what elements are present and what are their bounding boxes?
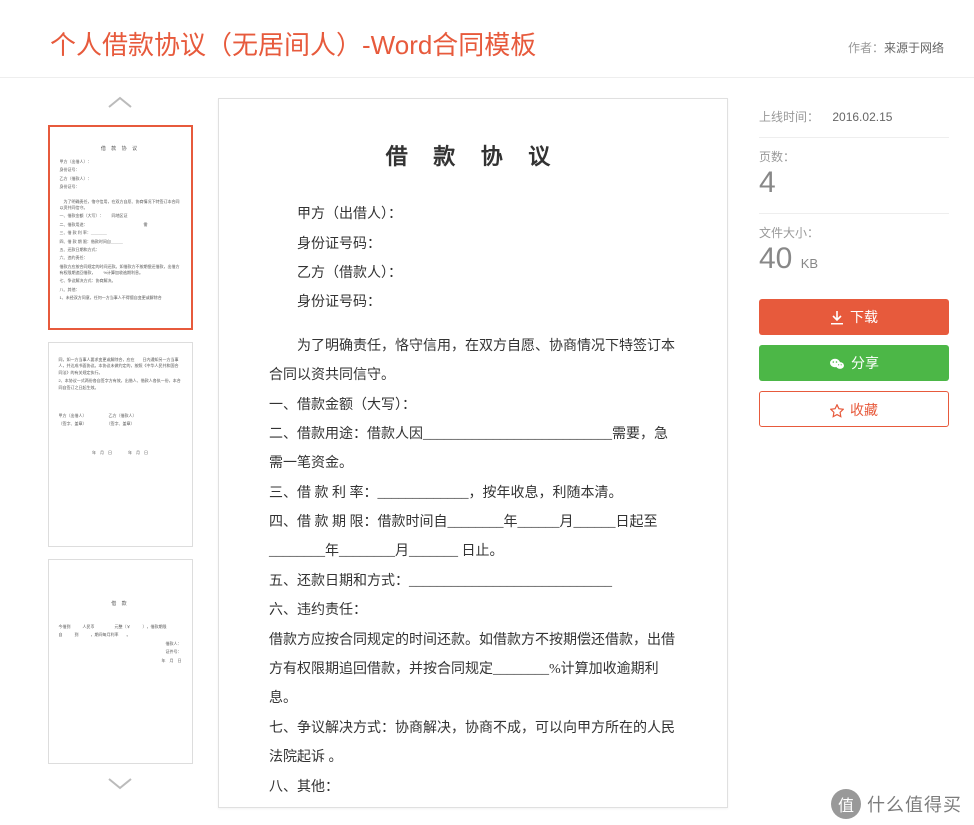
meta-online-time: 上线时间： 2016.02.15 bbox=[759, 98, 949, 138]
download-button[interactable]: 下载 bbox=[759, 299, 949, 335]
watermark-icon: 值 bbox=[831, 789, 861, 819]
thumbnail-3[interactable]: 借 款 今借到 人民币 元整（￥ ），借款期限 自 到 ，期间每月利率 。 借款… bbox=[48, 559, 193, 764]
thumbnail-1[interactable]: 借 款 协 议 甲方（出借人）： 身份证号： 乙方（借款人）： 身份证号： 为了… bbox=[48, 125, 193, 330]
watermark: 值 什么值得买 bbox=[831, 789, 962, 819]
doc-title: 借 款 协 议 bbox=[269, 134, 677, 180]
author-info: 作者：来源于网络 bbox=[848, 39, 944, 62]
thumbnail-2[interactable]: 同，如一方当事人要求变更或解除合，应在 日内通知另一方当事人，并达成书面协议。本… bbox=[48, 342, 193, 547]
star-icon bbox=[830, 404, 844, 418]
thumbnail-panel: 借 款 协 议 甲方（出借人）： 身份证号： 乙方（借款人）： 身份证号： 为了… bbox=[40, 88, 200, 808]
share-button[interactable]: 分享 bbox=[759, 345, 949, 381]
download-icon bbox=[830, 311, 844, 325]
document-preview: 借 款 协 议 甲方（出借人）： 身份证号码： 乙方（借款人）： 身份证号码： … bbox=[218, 98, 728, 808]
favorite-button[interactable]: 收藏 bbox=[759, 391, 949, 427]
meta-pages: 页数： 4 bbox=[759, 138, 949, 214]
thumb-down-arrow[interactable] bbox=[107, 770, 133, 801]
meta-filesize: 文件大小： 40 KB bbox=[759, 214, 949, 289]
wechat-icon bbox=[829, 357, 845, 371]
thumb-up-arrow[interactable] bbox=[107, 88, 133, 119]
page-title: 个人借款协议（无居间人）-Word合同模板 bbox=[50, 25, 848, 62]
side-panel: 上线时间： 2016.02.15 页数： 4 文件大小： 40 KB 下载 分享 bbox=[759, 88, 974, 808]
